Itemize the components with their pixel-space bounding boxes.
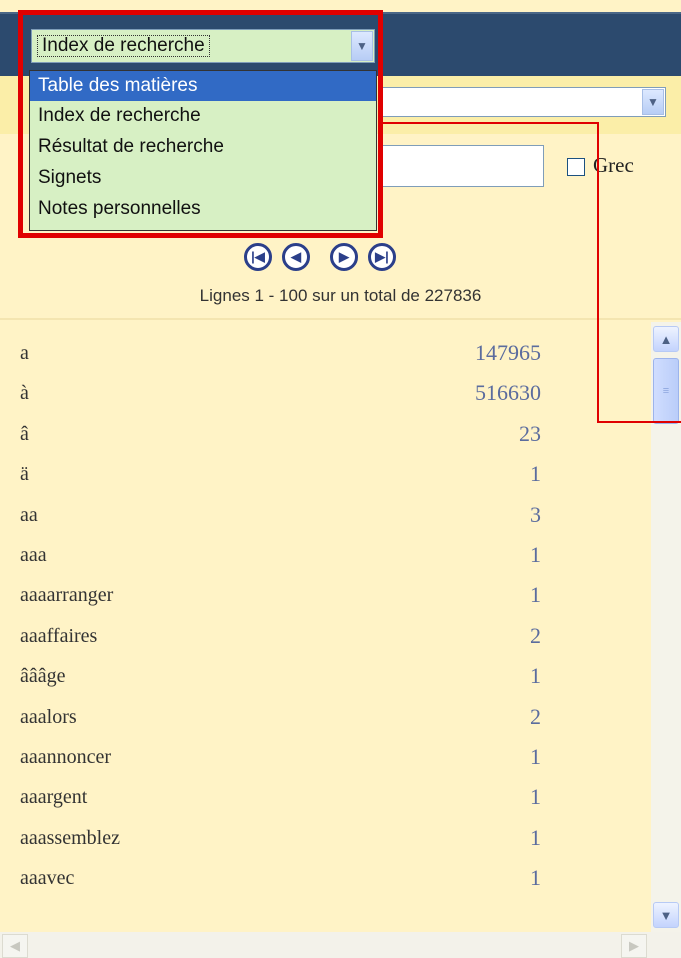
index-row[interactable]: âââge 1	[0, 655, 651, 695]
index-row[interactable]: aaavec 1	[0, 857, 651, 897]
index-count: 1	[530, 542, 541, 567]
index-term: aaaffaires	[20, 624, 98, 647]
search-input[interactable]	[380, 145, 544, 187]
index-term: a	[20, 342, 29, 364]
index-count: 147965	[475, 340, 541, 365]
index-term: aaargent	[20, 786, 88, 809]
index-term: aaassemblez	[20, 826, 120, 849]
dropdown-option[interactable]: Signets	[30, 163, 376, 194]
index-row[interactable]: aaa 1	[0, 534, 651, 574]
dropdown-option[interactable]: Index de recherche	[30, 101, 376, 132]
index-count: 1	[530, 784, 541, 810]
pagination-info: Lignes 1 - 100 sur un total de 227836	[199, 286, 482, 305]
index-count: 3	[530, 501, 541, 527]
index-term: aaa	[20, 544, 47, 566]
index-term: âââge	[20, 665, 66, 688]
index-count: 2	[530, 703, 541, 729]
annotation-line	[597, 421, 681, 423]
index-list: a 147965 à 516630 â 23 ä 1 aa 3 aaa 1 aaaarranger 1 aa…	[0, 322, 651, 932]
index-term: aaalors	[20, 705, 77, 728]
scroll-up-icon[interactable]: ▲	[653, 326, 679, 352]
first-page-icon[interactable]: |◀	[244, 243, 272, 271]
index-row[interactable]: aaaarranger 1	[0, 574, 651, 614]
index-term: à	[20, 382, 29, 405]
scroll-thumb[interactable]: ≡	[653, 358, 679, 424]
index-row[interactable]: â 23	[0, 413, 651, 453]
index-row[interactable]: aaargent 1	[0, 776, 651, 816]
dropdown-option[interactable]: Résultat de recherche	[30, 132, 376, 163]
scroll-right-icon[interactable]: ▶	[621, 934, 647, 958]
view-select[interactable]: Index de recherche ▼	[31, 29, 375, 63]
pagination-controls: |◀ ◀ ▶ ▶|	[244, 243, 406, 271]
index-count: 2	[530, 622, 541, 648]
index-row[interactable]: aaannoncer 1	[0, 736, 651, 776]
scroll-corner	[651, 932, 681, 958]
index-count: 1	[530, 663, 541, 689]
index-count: 1	[530, 582, 541, 608]
index-count: 1	[530, 865, 541, 891]
index-term: aaavec	[20, 867, 75, 890]
index-row[interactable]: aaassemblez 1	[0, 817, 651, 857]
index-term: aaaarranger	[20, 584, 114, 607]
index-count: 23	[519, 420, 541, 446]
index-count: 1	[530, 824, 541, 850]
view-select-value: Index de recherche	[37, 35, 210, 57]
chevron-down-icon[interactable]: ▼	[351, 31, 373, 61]
index-term: ä	[20, 463, 29, 486]
index-row[interactable]: a 147965	[0, 332, 651, 372]
greek-checkbox[interactable]	[567, 158, 585, 176]
horizontal-scrollbar[interactable]: ◀ ▶	[0, 932, 651, 958]
index-row[interactable]: à 516630	[0, 372, 651, 412]
prev-page-icon[interactable]: ◀	[282, 243, 310, 271]
chevron-down-icon[interactable]: ▼	[642, 89, 664, 115]
next-page-icon[interactable]: ▶	[330, 243, 358, 271]
dropdown-option[interactable]: Notes personnelles	[30, 194, 376, 225]
index-term: â	[20, 422, 29, 445]
view-dropdown-list: Table des matières Index de recherche Ré…	[29, 70, 377, 231]
scroll-left-icon[interactable]: ◀	[2, 934, 28, 958]
secondary-select[interactable]: ▼	[380, 87, 666, 117]
index-row[interactable]: aaalors 2	[0, 696, 651, 736]
vertical-scrollbar[interactable]: ▲ ≡ ▼	[651, 322, 681, 932]
index-count: 1	[530, 461, 541, 487]
dropdown-option[interactable]: Table des matières	[30, 71, 376, 101]
divider	[0, 318, 681, 320]
search-index-panel: ▼ Grec |◀ ◀ ▶ ▶| Lignes 1 - 100 sur un t…	[0, 0, 681, 958]
last-page-icon[interactable]: ▶|	[368, 243, 396, 271]
index-row[interactable]: aa 3	[0, 494, 651, 534]
annotation-line	[597, 122, 599, 423]
index-count: 516630	[475, 380, 541, 406]
annotation-line	[381, 122, 599, 124]
scroll-down-icon[interactable]: ▼	[653, 902, 679, 928]
index-count: 1	[530, 744, 541, 769]
index-term: aaannoncer	[20, 746, 112, 768]
index-row[interactable]: ä1	[0, 453, 651, 493]
greek-label: Grec	[593, 153, 634, 177]
index-row[interactable]: aaaffaires 2	[0, 615, 651, 655]
index-term: aa	[20, 503, 38, 526]
